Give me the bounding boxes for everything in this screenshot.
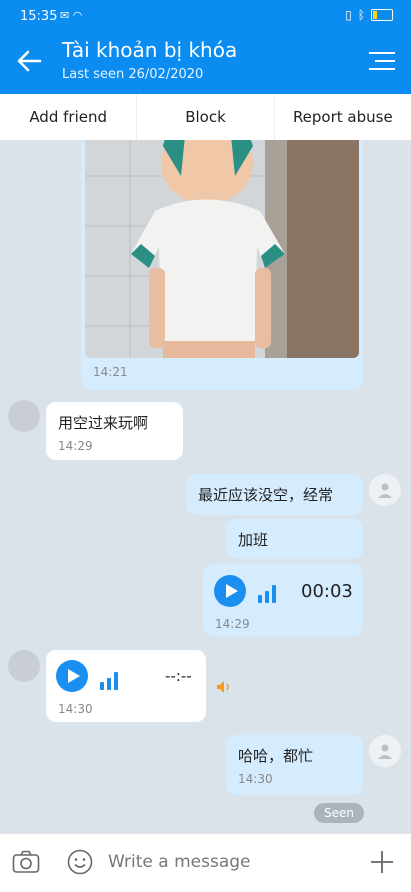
- block-button[interactable]: Block: [137, 94, 275, 140]
- vibrate-icon: ▯: [345, 8, 352, 22]
- voice-message[interactable]: --:-- 14:30: [46, 650, 206, 722]
- voice-duration: --:--: [165, 667, 192, 685]
- system-icons: ▯ ᛒ: [345, 8, 393, 22]
- unread-speaker-icon: [217, 681, 229, 693]
- add-friend-button[interactable]: Add friend: [0, 94, 138, 140]
- voice-message[interactable]: 00:03 14:29: [203, 564, 363, 636]
- incoming-message[interactable]: 用空过来玩啊 14:29: [46, 402, 183, 460]
- photo-message[interactable]: 14:21: [81, 140, 363, 390]
- user-avatar[interactable]: [369, 735, 401, 767]
- last-seen: Last seen 26/02/2020: [62, 67, 204, 82]
- message-list[interactable]: 14:21 用空过来玩啊 14:29 最近应该没空，经常 加班 00:03 14…: [0, 140, 411, 833]
- outgoing-message[interactable]: 加班: [226, 519, 363, 559]
- message-input[interactable]: Write a message: [108, 852, 251, 872]
- child-photo[interactable]: [85, 140, 359, 358]
- battery-icon: [371, 9, 393, 21]
- contact-avatar[interactable]: [8, 400, 40, 432]
- contact-avatar[interactable]: [8, 650, 40, 682]
- photo-illustration: [85, 140, 359, 358]
- photo-time: 14:21: [93, 365, 128, 379]
- waveform-icon: [258, 583, 276, 603]
- clock: 15:35: [20, 9, 58, 24]
- user-icon: [378, 483, 392, 498]
- message-time: 14:30: [58, 702, 93, 716]
- status-bar: 15:35 ✉ ◠ ▯ ᛒ: [0, 0, 411, 30]
- message-text: 最近应该没空，经常: [198, 486, 334, 504]
- message-time: 14:29: [215, 617, 250, 631]
- user-avatar[interactable]: [369, 474, 401, 506]
- message-text: 加班: [238, 531, 269, 549]
- back-arrow-icon[interactable]: [14, 46, 44, 76]
- add-icon[interactable]: [370, 850, 394, 874]
- message-time: 14:29: [58, 439, 93, 453]
- play-icon[interactable]: [56, 660, 88, 692]
- contact-name: Tài khoản bị khóa: [62, 38, 238, 62]
- chat-header: Tài khoản bị khóa Last seen 26/02/2020: [0, 30, 411, 94]
- report-abuse-button[interactable]: Report abuse: [275, 94, 411, 140]
- message-time: 14:30: [238, 772, 273, 786]
- bluetooth-icon: ᛒ: [357, 8, 365, 22]
- play-icon[interactable]: [214, 575, 246, 607]
- menu-icon[interactable]: [369, 52, 395, 72]
- voice-duration: 00:03: [301, 581, 353, 602]
- outgoing-message[interactable]: 哈哈，都忙 14:30: [226, 735, 363, 795]
- user-icon: [378, 744, 392, 759]
- action-bar: Add friend Block Report abuse: [0, 94, 411, 141]
- notification-icons: ✉ ◠: [60, 9, 83, 22]
- emoji-icon[interactable]: [67, 849, 93, 875]
- waveform-icon: [100, 670, 118, 690]
- message-text: 哈哈，都忙: [238, 747, 314, 765]
- camera-icon[interactable]: [12, 850, 40, 874]
- message-text: 用空过来玩啊: [58, 414, 149, 432]
- seen-badge: Seen: [314, 803, 364, 823]
- outgoing-message[interactable]: 最近应该没空，经常: [186, 474, 363, 515]
- message-composer: Write a message: [0, 833, 411, 892]
